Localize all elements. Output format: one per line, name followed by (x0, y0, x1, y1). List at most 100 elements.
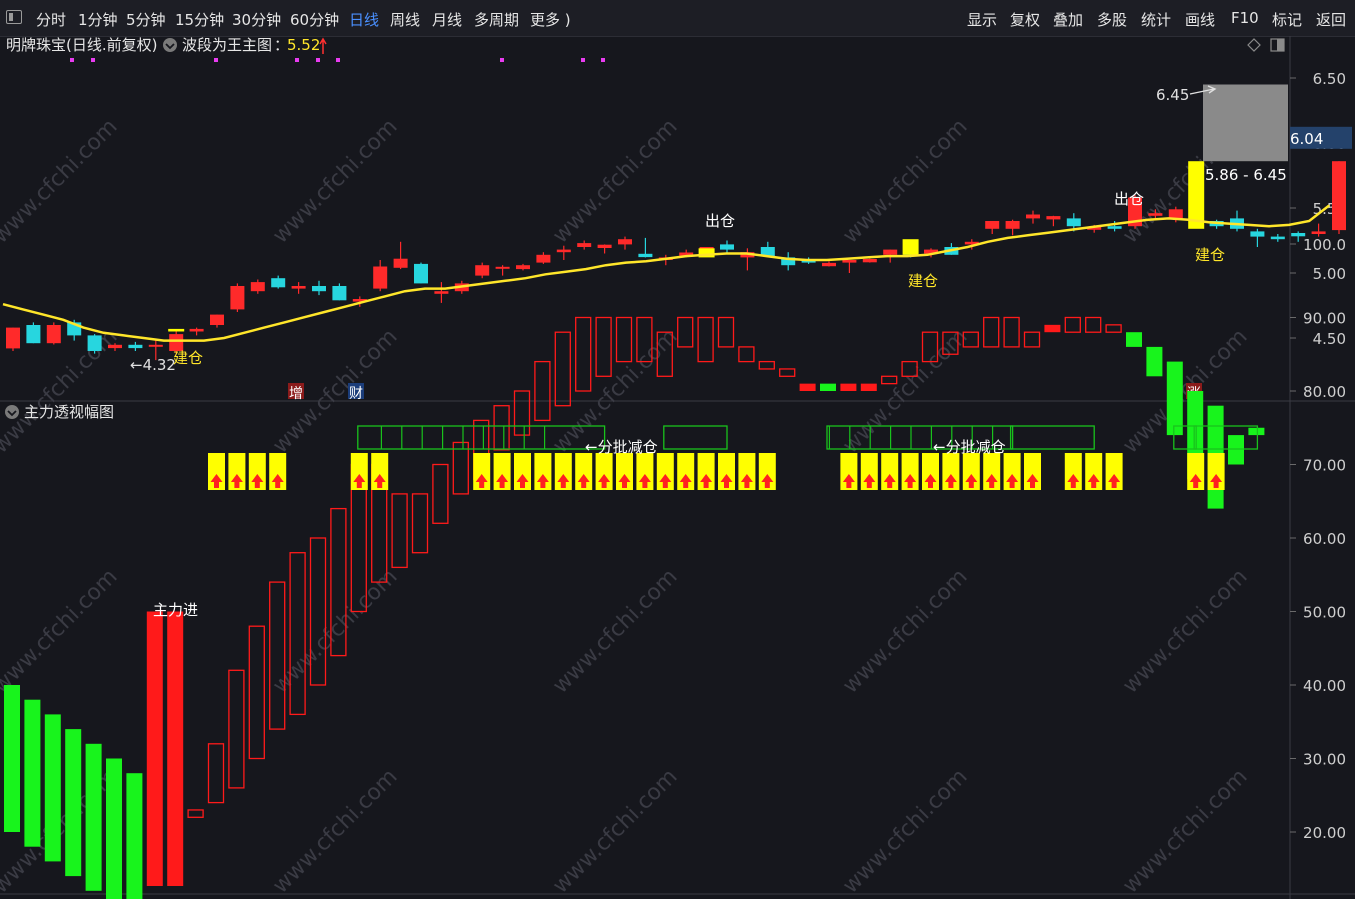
candle-body-52 (1066, 218, 1081, 227)
buy-signal-tile-13 (616, 453, 633, 490)
tab-3[interactable]: 15分钟 (175, 9, 224, 30)
tab-8[interactable]: 月线 (432, 9, 462, 30)
toolbar-button-4[interactable]: 统计 (1141, 9, 1171, 30)
candle-41 (842, 260, 857, 273)
candle-1 (26, 322, 41, 344)
sub-bar-3 (65, 729, 82, 877)
tab-6[interactable]: 日线 (349, 9, 379, 30)
sub-tick-label-5: 70.00 (1303, 457, 1346, 475)
tab-2[interactable]: 5分钟 (126, 9, 166, 30)
candle-27 (556, 245, 571, 260)
buy-signal-tile-10 (554, 453, 572, 490)
sub-bar-13 (269, 581, 286, 730)
toolbar: 分时 1分钟 5分钟 15分钟 30分钟 60分钟 日线 周线 月线 多周期 更多 ) 显示 复权 叠加… (0, 0, 1355, 37)
sub-bar-49 (1003, 316, 1020, 348)
candle-51 (1046, 215, 1061, 227)
buy-signal-tile-16 (677, 453, 695, 490)
candle-62 (1270, 234, 1285, 242)
sub-bar-1 (24, 699, 41, 847)
buy-signal-tile-11 (575, 453, 593, 490)
sub-bar-41 (840, 383, 857, 391)
watermark-3: www.cfchi.com (838, 114, 972, 248)
candle-15 (312, 280, 326, 296)
candle-body-42 (862, 259, 877, 263)
candle-body-61 (1250, 231, 1265, 237)
candle-body-13 (271, 278, 286, 288)
candle-body-24 (495, 266, 510, 269)
sub-bar-20 (411, 493, 429, 554)
sub-bar-55 (1126, 332, 1142, 347)
tab-9[interactable]: 多周期 (474, 9, 519, 30)
candle-36 (740, 248, 755, 271)
toolbar-button-6[interactable]: F10 (1231, 9, 1259, 27)
candle-body-40 (822, 262, 836, 267)
toolbar-button-5[interactable]: 画线 (1185, 9, 1215, 30)
tab-7[interactable]: 周线 (390, 9, 420, 30)
candle-body-7 (148, 344, 163, 347)
sub-bar-26 (534, 360, 551, 422)
toolbar-button-7[interactable]: 标记 (1272, 9, 1302, 30)
sub-bar-21 (432, 463, 449, 524)
window-toggle-icon[interactable] (6, 10, 22, 24)
toolbar-button-2[interactable]: 叠加 (1053, 9, 1083, 30)
sub-bar-4 (85, 743, 102, 891)
buy-signal-tile-34 (1187, 453, 1205, 490)
watermark-8: www.cfchi.com (838, 564, 972, 698)
tab-10[interactable]: 更多 ) (530, 9, 571, 30)
candle-60 (1230, 210, 1244, 232)
toolbar-button-3[interactable]: 多股 (1097, 9, 1127, 30)
toolbar-button-1[interactable]: 复权 (1010, 9, 1040, 30)
tab-5[interactable]: 60分钟 (290, 9, 339, 30)
candle-4 (87, 334, 102, 354)
candle-26 (536, 252, 551, 264)
indicator-value: 5.52 (287, 36, 320, 54)
watermark-9: www.cfchi.com (1118, 564, 1252, 698)
sub-bar-12 (248, 625, 265, 760)
sub-tick-label-4: 60.00 (1303, 530, 1346, 548)
candle-body-62 (1270, 236, 1285, 240)
buy-signal-tile-6 (473, 453, 491, 490)
buy-signal-tile-24 (901, 453, 919, 490)
candle-body-27 (556, 249, 571, 253)
candle-body-16 (332, 286, 347, 301)
watermark-17: www.cfchi.com (548, 764, 682, 898)
tab-1[interactable]: 1分钟 (78, 9, 118, 30)
buy-signal-tile-18 (718, 453, 735, 490)
candle-61 (1250, 228, 1265, 247)
sub-bar-40 (820, 383, 836, 391)
reduce-position-label-2: ←分批减仓 (933, 438, 1006, 456)
candle-body-31 (638, 253, 653, 258)
candle-12 (250, 279, 265, 294)
buy-signal-tile-0 (208, 453, 225, 490)
candle-body-6 (128, 344, 143, 349)
sub-bar-36 (738, 346, 755, 363)
candle-body-51 (1046, 216, 1061, 220)
buy-signal-tile-4 (350, 453, 368, 490)
buy-signal-tile-1 (228, 453, 246, 490)
buy-signal-tile-2 (248, 453, 266, 490)
buy-signal-tile-8 (514, 453, 531, 490)
sub-bar-38 (779, 368, 796, 377)
sub-tick-label-0: 20.00 (1303, 824, 1346, 842)
signal-candle-3 (1188, 161, 1205, 229)
candle-31 (638, 237, 653, 258)
candle-21 (434, 282, 449, 303)
candle-body-23 (475, 265, 490, 276)
tab-0[interactable]: 分时 (36, 9, 66, 30)
candle-40 (822, 261, 836, 267)
candle-body-1 (26, 325, 41, 344)
magenta-dot-2 (214, 58, 218, 62)
buy-signal-tile-19 (738, 453, 756, 490)
toolbar-button-0[interactable]: 显示 (967, 9, 997, 30)
event-marker-0: 增 (289, 386, 303, 402)
toolbar-button-8[interactable]: 返回 (1316, 9, 1346, 30)
sub-bar-48 (983, 316, 1000, 348)
candle-49 (1005, 219, 1020, 236)
candle-body-65 (1332, 161, 1346, 231)
sub-bar-8 (167, 611, 184, 886)
candle-body-64 (1311, 231, 1326, 234)
tab-4[interactable]: 30分钟 (232, 9, 281, 30)
buy-signal-tile-5 (371, 453, 389, 490)
sub-tick-label-8: 100.0 (1303, 236, 1346, 254)
sub-bar-7 (146, 611, 163, 886)
